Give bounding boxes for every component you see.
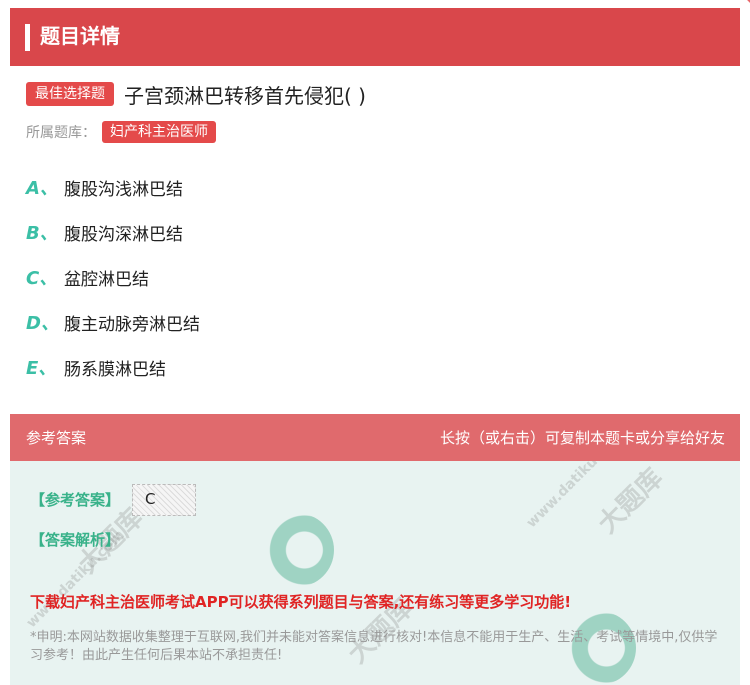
question-text: 子宫颈淋巴转移首先侵犯( ) [124, 83, 366, 108]
option-a[interactable]: A、 腹股沟浅淋巴结 [26, 174, 183, 200]
answer-section-body: 大题库 大题库 大题库 www.datiku.com www.datiku.co… [10, 461, 740, 685]
bank-name-link[interactable]: 妇产科主治医师 [102, 121, 216, 143]
option-letter: B、 [26, 223, 58, 244]
option-c[interactable]: C、 盆腔淋巴结 [26, 264, 149, 290]
page-title: 题目详情 [40, 24, 120, 48]
option-text: 盆腔淋巴结 [64, 269, 149, 290]
disclaimer-text: *申明:本网站数据收集整理于互联网,我们并未能对答案信息进行核对!本信息不能用于… [30, 630, 718, 663]
answer-section-header: 参考答案 长按（或右击）可复制本题卡或分享给好友 [10, 414, 740, 461]
analysis-label: 【答案解析】 [30, 531, 121, 549]
option-letter: A、 [26, 178, 58, 199]
option-text: 腹主动脉旁淋巴结 [64, 314, 200, 335]
answer-label: 【参考答案】 [30, 491, 121, 509]
detail-header: 题目详情 [10, 8, 740, 66]
watermark-brand: 大题库 [592, 463, 669, 540]
option-text: 腹股沟深淋巴结 [64, 224, 183, 245]
option-d[interactable]: D、 腹主动脉旁淋巴结 [26, 309, 200, 335]
corner-ribbon: 题卡 [638, 0, 750, 80]
question-row: 最佳选择题 子宫颈淋巴转移首先侵犯( ) [26, 80, 366, 108]
share-hint: 长按（或右击）可复制本题卡或分享给好友 [439, 429, 725, 447]
bank-label: 所属题库： [26, 125, 96, 141]
watermark-logo-icon [260, 513, 334, 587]
option-letter: E、 [26, 358, 57, 379]
header-accent-bar [25, 24, 30, 51]
option-text: 肠系膜淋巴结 [64, 359, 166, 380]
ribbon-label: 题卡 [731, 0, 750, 53]
question-type-badge: 最佳选择题 [26, 82, 114, 106]
question-bank-row: 所属题库： 妇产科主治医师 [26, 120, 216, 144]
option-b[interactable]: B、 腹股沟深淋巴结 [26, 219, 183, 245]
option-e[interactable]: E、 肠系膜淋巴结 [26, 354, 166, 380]
option-letter: D、 [26, 313, 59, 334]
answer-value-image: C [132, 484, 196, 516]
answer-section-title: 参考答案 [26, 429, 87, 447]
option-letter: C、 [26, 268, 58, 289]
download-app-link[interactable]: 下载妇产科主治医师考试APP可以获得系列题目与答案,还有练习等更多学习功能! [30, 591, 571, 612]
option-text: 腹股沟浅淋巴结 [64, 179, 183, 200]
